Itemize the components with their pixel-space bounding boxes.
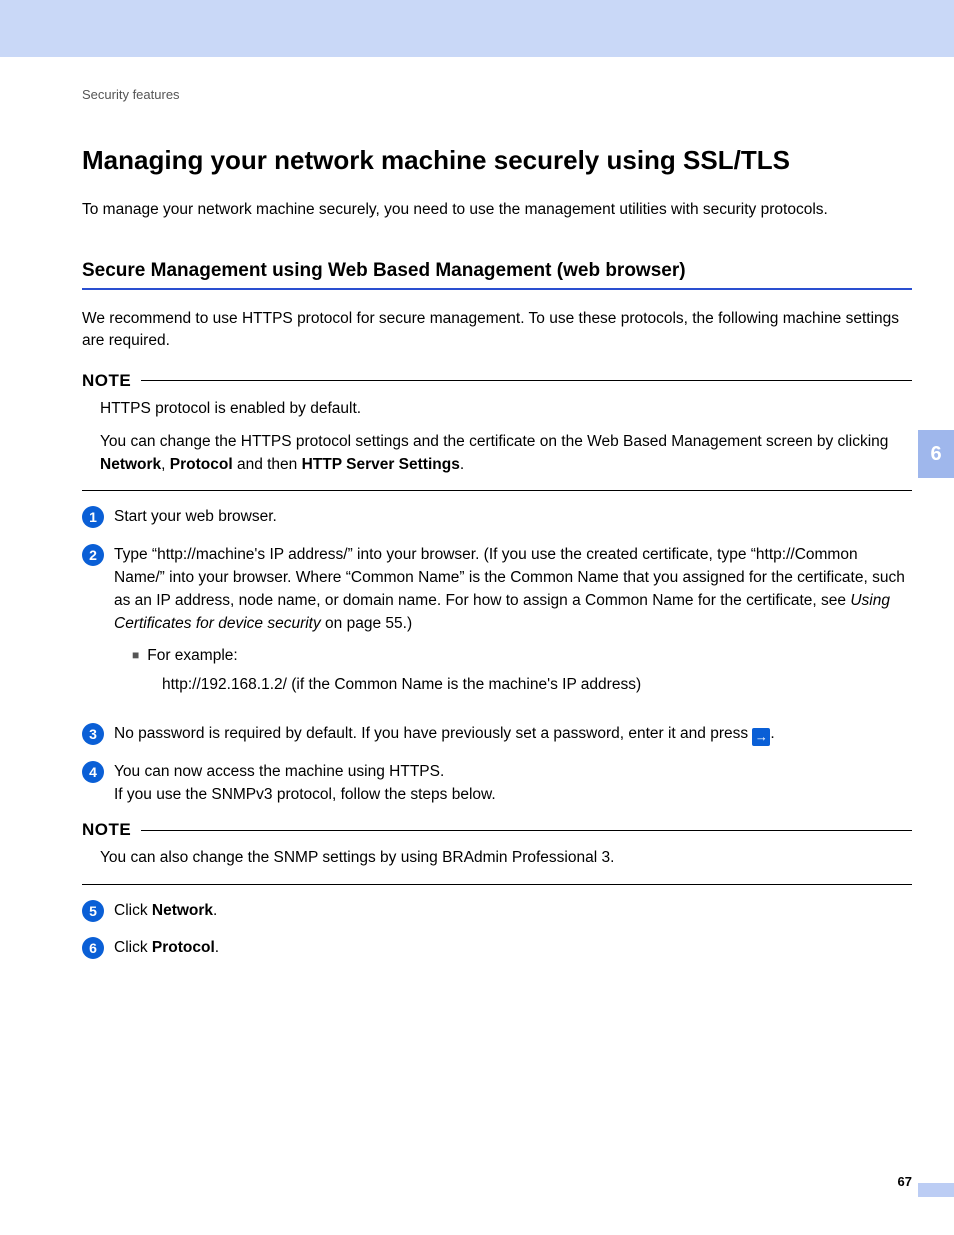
- step-number-icon: 6: [82, 937, 104, 959]
- note-rule-top: [141, 830, 912, 831]
- note-label: NOTE: [82, 371, 141, 391]
- step-5: 5 Click Network.: [82, 899, 912, 922]
- steps-list-2: 5 Click Network. 6 Click Protocol.: [82, 899, 912, 960]
- step-2-sub-example: http://192.168.1.2/ (if the Common Name …: [132, 673, 912, 696]
- step-2-text-a: Type “http://machine's IP address/” into…: [114, 546, 905, 610]
- section-rule: [82, 288, 912, 290]
- page-number-bar: [918, 1183, 954, 1197]
- step-number-icon: 3: [82, 723, 104, 745]
- step-4-text-a: You can now access the machine using HTT…: [114, 760, 912, 783]
- note-rule-bottom: [82, 884, 912, 885]
- note-rule-bottom: [82, 490, 912, 491]
- side-chapter-tab: 6: [918, 430, 954, 478]
- step-2: 2 Type “http://machine's IP address/” in…: [82, 543, 912, 697]
- note-block-1: NOTE HTTPS protocol is enabled by defaul…: [82, 371, 912, 492]
- page-number: 67: [898, 1174, 912, 1189]
- step-number-icon: 5: [82, 900, 104, 922]
- step-3: 3 No password is required by default. If…: [82, 722, 912, 746]
- step-2-text-b: on page 55.): [321, 615, 412, 632]
- step-6: 6 Click Protocol.: [82, 936, 912, 959]
- page-title: Managing your network machine securely u…: [82, 144, 912, 177]
- note1-line1: HTTPS protocol is enabled by default.: [100, 397, 912, 420]
- note-rule-top: [141, 380, 912, 381]
- note2-line1: You can also change the SNMP settings by…: [100, 846, 912, 869]
- step-5-pre: Click: [114, 902, 152, 919]
- breadcrumb: Security features: [82, 87, 912, 102]
- note-label: NOTE: [82, 820, 141, 840]
- step-6-post: .: [215, 939, 219, 956]
- step-6-pre: Click: [114, 939, 152, 956]
- top-header-band: [0, 0, 954, 57]
- step-4: 4 You can now access the machine using H…: [82, 760, 912, 807]
- step-5-post: .: [213, 902, 217, 919]
- step-4-text-b: If you use the SNMPv3 protocol, follow t…: [114, 783, 912, 806]
- step-5-bold: Network: [152, 902, 213, 919]
- steps-list: 1 Start your web browser. 2 Type “http:/…: [82, 505, 912, 806]
- step-number-icon: 2: [82, 544, 104, 566]
- page-body: Security features Managing your network …: [0, 57, 954, 959]
- intro-paragraph: To manage your network machine securely,…: [82, 199, 912, 221]
- arrow-right-icon: →: [752, 728, 770, 746]
- note1-line2: You can change the HTTPS protocol settin…: [100, 430, 912, 477]
- step-1: 1 Start your web browser.: [82, 505, 912, 528]
- step-6-bold: Protocol: [152, 939, 215, 956]
- step-number-icon: 4: [82, 761, 104, 783]
- step-1-text: Start your web browser.: [114, 505, 912, 528]
- step-3-text-b: .: [770, 725, 774, 742]
- step-number-icon: 1: [82, 506, 104, 528]
- section-intro: We recommend to use HTTPS protocol for s…: [82, 308, 912, 353]
- step-3-text-a: No password is required by default. If y…: [114, 725, 752, 742]
- section-heading: Secure Management using Web Based Manage…: [82, 259, 912, 284]
- note-block-2: NOTE You can also change the SNMP settin…: [82, 820, 912, 884]
- step-2-sub-label: For example:: [132, 644, 912, 667]
